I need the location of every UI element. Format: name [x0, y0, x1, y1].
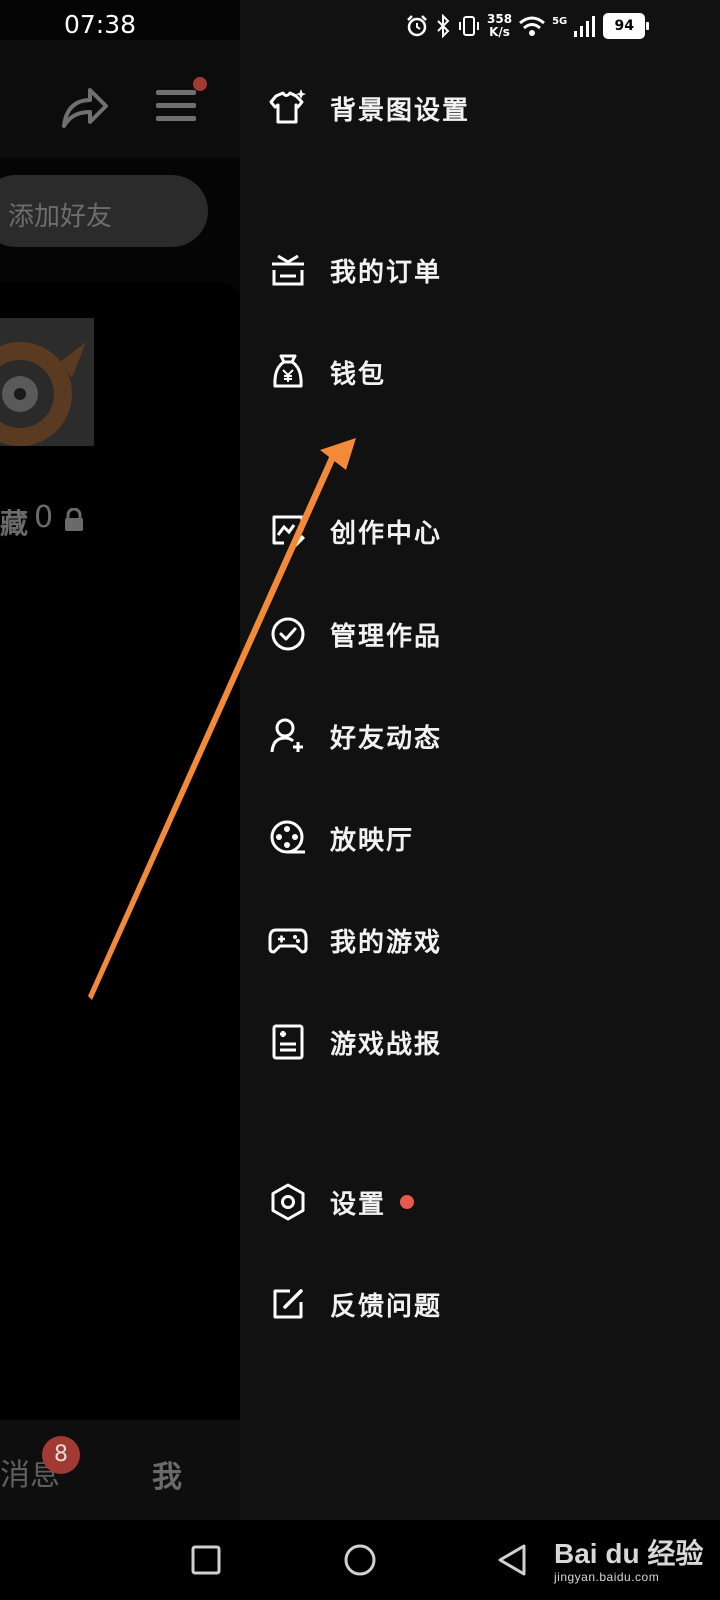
shirt-sparkle-icon	[268, 88, 308, 128]
alarm-icon	[407, 15, 427, 37]
battery-indicator: 94	[603, 13, 650, 39]
baidu-watermark: Bai du 经验 jingyan.baidu.com	[554, 1532, 703, 1584]
menu-icon[interactable]	[156, 88, 196, 124]
menu-item-settings[interactable]: 设置	[268, 1172, 708, 1232]
menu-label: 好友动态	[330, 723, 443, 754]
bluetooth-icon	[437, 14, 450, 38]
menu-item-background-settings[interactable]: 背景图设置	[268, 78, 708, 138]
menu-item-my-orders[interactable]: 我的订单	[268, 240, 708, 300]
network-type: 5G	[552, 15, 568, 27]
menu-item-friend-updates[interactable]: 好友动态	[268, 706, 708, 766]
menu-item-screening-hall[interactable]: 放映厅	[268, 808, 708, 868]
background-header	[0, 40, 240, 158]
menu-label: 我的游戏	[330, 927, 443, 958]
friend-icon	[268, 716, 308, 756]
menu-label: 钱包	[330, 359, 387, 390]
menu-label: 设置	[330, 1189, 387, 1220]
watermark-brand: Bai du 经验	[554, 1538, 704, 1569]
favorites-count: 0	[34, 500, 54, 535]
feedback-edit-icon	[268, 1284, 308, 1324]
vibrate-icon	[459, 16, 479, 36]
settings-notification-dot	[400, 1195, 415, 1209]
wallet-bag-icon	[268, 352, 308, 392]
status-icons: 358 K/s 5G 94	[405, 8, 650, 44]
check-circle-icon	[268, 614, 308, 654]
avatar[interactable]	[0, 318, 94, 446]
menu-item-wallet[interactable]: 钱包	[268, 342, 708, 402]
menu-label: 背景图设置	[330, 95, 471, 126]
menu-label: 反馈问题	[330, 1291, 443, 1322]
report-icon	[268, 1022, 308, 1062]
tab-me[interactable]: 我	[152, 1452, 182, 1496]
profile-card	[0, 282, 240, 1422]
home-button[interactable]	[342, 1542, 378, 1578]
add-friend-placeholder: 添加好友	[8, 202, 113, 232]
wifi-icon	[519, 16, 546, 36]
menu-item-manage-works[interactable]: 管理作品	[268, 604, 708, 664]
messages-badge: 8	[42, 1436, 80, 1474]
menu-label: 放映厅	[330, 825, 415, 856]
menu-item-creator-center[interactable]: 创作中心	[268, 501, 708, 561]
menu-item-game-report[interactable]: 游戏战报	[268, 1012, 708, 1072]
share-icon[interactable]	[60, 84, 110, 130]
menu-label: 我的订单	[330, 257, 443, 288]
menu-item-my-games[interactable]: 我的游戏	[268, 910, 708, 970]
creator-icon	[268, 511, 308, 551]
menu-item-feedback[interactable]: 反馈问题	[268, 1274, 708, 1334]
lock-icon	[65, 508, 83, 531]
film-reel-icon	[268, 818, 308, 858]
menu-label: 管理作品	[330, 621, 443, 652]
menu-label: 游戏战报	[330, 1029, 443, 1060]
signal-icon	[574, 16, 596, 37]
menu-label: 创作中心	[330, 518, 443, 549]
gamepad-icon	[268, 920, 308, 960]
menu-notification-dot	[193, 77, 207, 91]
settings-hex-icon	[268, 1182, 308, 1222]
watermark-url: jingyan.baidu.com	[554, 1570, 660, 1584]
status-time: 07:38	[64, 10, 137, 39]
recent-apps-button[interactable]	[190, 1544, 222, 1576]
favorites-label: 藏	[0, 507, 29, 540]
net-speed: 358 K/s	[487, 12, 513, 39]
back-button[interactable]	[494, 1542, 530, 1578]
order-icon	[268, 250, 308, 290]
